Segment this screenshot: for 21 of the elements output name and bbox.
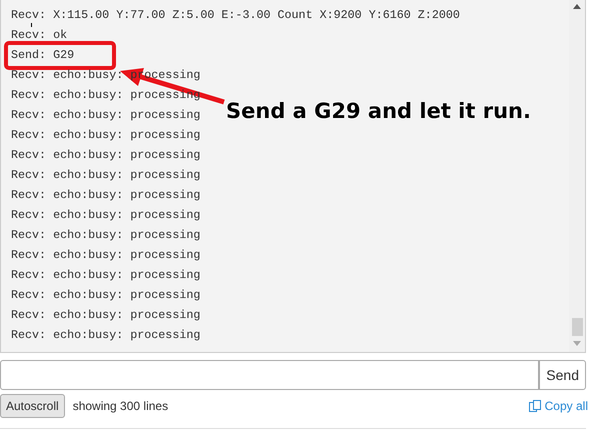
received-line: Recv: echo:busy: processing [10, 147, 202, 163]
received-line: Recv: echo:busy: processing [10, 127, 202, 143]
copy-all-link[interactable]: Copy all [528, 397, 588, 415]
autoscroll-button[interactable]: Autoscroll [0, 394, 65, 418]
received-line: Recv: echo:busy: processing [10, 227, 202, 243]
received-line: Recv: X:115.00 Y:77.00 Z:5.00 E:-3.00 Count X:9200 Y:6160 Z:2000 [10, 7, 461, 23]
received-line: Recv: echo:busy: processing [10, 287, 202, 303]
received-line: Recv: echo:busy: processing [10, 167, 202, 183]
sent-command-line: Send: G29 [10, 47, 76, 63]
received-line: Recv: echo:busy: processing [10, 207, 202, 223]
annotation-text: Send a G29 and let it run. [226, 98, 531, 125]
received-line: Recv: echo:busy: processing [10, 107, 202, 123]
received-line: Recv: echo:busy: processing [10, 247, 202, 263]
received-line: Recv: echo:busy: processing [10, 327, 202, 343]
line-count-text: showing 300 lines [72, 398, 168, 415]
received-line: Recv: echo:busy: processing [10, 267, 202, 283]
send-button[interactable]: Send [539, 360, 586, 390]
received-line: Recv: echo:busy: processing [10, 307, 202, 323]
received-line: Recv: echo:busy: processing [10, 87, 202, 103]
received-line: Recv: echo:busy: processing [10, 187, 202, 203]
received-line: Recv: ok [10, 27, 68, 43]
